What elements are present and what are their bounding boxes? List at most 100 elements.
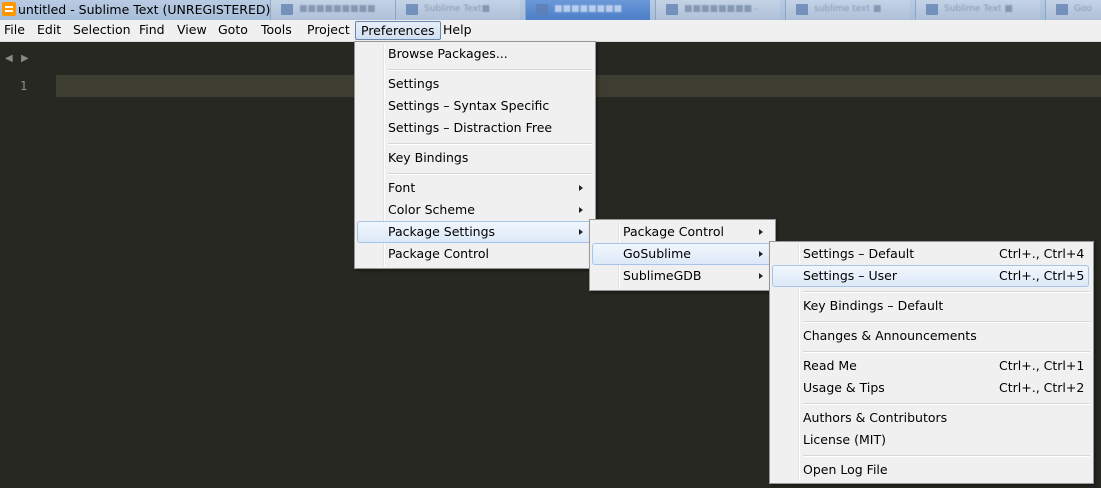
menu-item-label: License (MIT) [803, 432, 886, 447]
menu-selection[interactable]: Selection [71, 22, 133, 38]
menu-item-usage-tips[interactable]: Usage & Tips Ctrl+., Ctrl+2 [772, 377, 1091, 399]
taskbar-tab-label: ■■■■■■■■ [554, 4, 623, 14]
menu-item-settings[interactable]: Settings [357, 73, 593, 95]
menu-item-label: Usage & Tips [803, 380, 885, 395]
menu-separator [388, 143, 592, 145]
menu-item-changes-announcements[interactable]: Changes & Announcements [772, 325, 1091, 347]
menu-item-shortcut: Ctrl+., Ctrl+1 [999, 358, 1085, 373]
menu-item-label: Settings – Distraction Free [388, 120, 553, 135]
line-gutter [0, 75, 56, 488]
menu-item-label: Settings – Default [803, 246, 915, 261]
menu-item-label: Key Bindings – Default [803, 298, 944, 313]
menu-item-settings-default[interactable]: Settings – Default Ctrl+., Ctrl+4 [772, 243, 1091, 265]
menu-item-label: Font [388, 180, 416, 195]
taskbar-tab[interactable]: Sublime Text■ [395, 0, 520, 20]
nav-right-icon[interactable]: ▶ [21, 54, 29, 64]
menu-find[interactable]: Find [137, 22, 167, 38]
menu-item-browse-packages[interactable]: Browse Packages... [357, 43, 593, 65]
title-bar: untitled - Sublime Text (UNREGISTERED) ■… [0, 0, 1101, 20]
package-settings-menu: Package Control GoSublime SublimeGDB [589, 219, 776, 291]
line-number: 1 [20, 79, 28, 93]
menu-separator [388, 173, 592, 175]
menu-item-settings-syntax[interactable]: Settings – Syntax Specific [357, 95, 593, 117]
menu-item-label: Read Me [803, 358, 857, 373]
taskbar-tab-label: Sublime Text ■ [944, 4, 1013, 14]
menu-tools[interactable]: Tools [259, 22, 294, 38]
menu-item-shortcut: Ctrl+., Ctrl+5 [999, 268, 1085, 283]
menu-item-package-settings[interactable]: Package Settings [357, 221, 591, 243]
menu-item-authors[interactable]: Authors & Contributors [772, 407, 1091, 429]
taskbar-tab-label: ■■■■■■■■ - [684, 4, 759, 14]
submenu-arrow-icon [579, 185, 583, 191]
nav-left-icon[interactable]: ◀ [5, 54, 13, 64]
taskbar-tab-label: ■■■■■■■■■ [299, 4, 376, 14]
menu-separator [803, 403, 1090, 405]
menu-item-label: Settings – User [803, 268, 897, 283]
taskbar-tab[interactable]: Goo [1045, 0, 1101, 20]
window-icon [536, 4, 548, 15]
preferences-menu: Browse Packages... Settings Settings – S… [354, 41, 596, 269]
menu-item-label: Settings [388, 76, 440, 91]
window-icon [926, 4, 938, 15]
menu-item-font[interactable]: Font [357, 177, 593, 199]
menu-preferences[interactable]: Preferences [355, 21, 441, 40]
submenu-arrow-icon [579, 229, 583, 235]
submenu-arrow-icon [759, 273, 763, 279]
menu-separator [803, 351, 1090, 353]
menu-item-package-control[interactable]: Package Control [357, 243, 593, 265]
menu-item-key-bindings-default[interactable]: Key Bindings – Default [772, 295, 1091, 317]
menu-item-shortcut: Ctrl+., Ctrl+4 [999, 246, 1085, 261]
taskbar-tab[interactable]: ■■■■■■■■ - [655, 0, 780, 20]
menu-item-gosublime[interactable]: GoSublime [592, 243, 771, 265]
menu-item-shortcut: Ctrl+., Ctrl+2 [999, 380, 1085, 395]
menu-item-label: Package Control [388, 246, 489, 261]
menu-item-color-scheme[interactable]: Color Scheme [357, 199, 593, 221]
menu-item-settings-distraction[interactable]: Settings – Distraction Free [357, 117, 593, 139]
submenu-arrow-icon [759, 229, 763, 235]
window-title: untitled - Sublime Text (UNREGISTERED) [18, 2, 271, 17]
menu-item-label: Authors & Contributors [803, 410, 948, 425]
taskbar-tab-label: sublime text ■ [814, 4, 882, 14]
menu-goto[interactable]: Goto [216, 22, 250, 38]
menu-item-label: Browse Packages... [388, 46, 508, 61]
taskbar-tab[interactable]: Sublime Text ■ [915, 0, 1040, 20]
menu-item-label: GoSublime [623, 246, 691, 261]
menu-item-label: Package Settings [388, 224, 496, 239]
submenu-arrow-icon [579, 207, 583, 213]
menu-separator [388, 69, 592, 71]
menu-item-label: Changes & Announcements [803, 328, 977, 343]
window-icon [281, 4, 293, 15]
menu-item-open-log[interactable]: Open Log File [772, 459, 1091, 481]
window-icon [1056, 4, 1068, 15]
menu-edit[interactable]: Edit [35, 22, 63, 38]
window-icon [406, 4, 418, 15]
sublime-app-icon [2, 2, 16, 16]
taskbar-tab-label: Goo [1074, 4, 1092, 14]
taskbar-tab-label: Sublime Text■ [424, 4, 491, 14]
menu-file[interactable]: File [2, 22, 27, 38]
menu-item-sublimegdb[interactable]: SublimeGDB [592, 265, 773, 287]
submenu-arrow-icon [759, 251, 763, 257]
taskbar-tab-active[interactable]: ■■■■■■■■ [525, 0, 650, 20]
menu-item-license[interactable]: License (MIT) [772, 429, 1091, 451]
taskbar-tab[interactable]: sublime text ■ [785, 0, 910, 20]
menu-item-label: Key Bindings [388, 150, 469, 165]
menu-item-label: Color Scheme [388, 202, 475, 217]
window-icon [666, 4, 678, 15]
menu-item-read-me[interactable]: Read Me Ctrl+., Ctrl+1 [772, 355, 1091, 377]
menu-item-key-bindings[interactable]: Key Bindings [357, 147, 593, 169]
menu-item-label: Settings – Syntax Specific [388, 98, 550, 113]
menu-item-label: SublimeGDB [623, 268, 702, 283]
menu-separator [803, 321, 1090, 323]
menu-separator [803, 455, 1090, 457]
menu-item-settings-user[interactable]: Settings – User Ctrl+., Ctrl+5 [772, 265, 1089, 287]
taskbar-tab[interactable]: ■■■■■■■■■ [270, 0, 395, 20]
menu-item-label: Open Log File [803, 462, 888, 477]
menu-project[interactable]: Project [305, 22, 352, 38]
menu-item-package-control-settings[interactable]: Package Control [592, 221, 773, 243]
menu-item-label: Package Control [623, 224, 724, 239]
menu-help[interactable]: Help [441, 22, 474, 38]
gosublime-menu: Settings – Default Ctrl+., Ctrl+4 Setting… [769, 241, 1094, 484]
menu-separator [803, 291, 1090, 293]
menu-view[interactable]: View [175, 22, 209, 38]
